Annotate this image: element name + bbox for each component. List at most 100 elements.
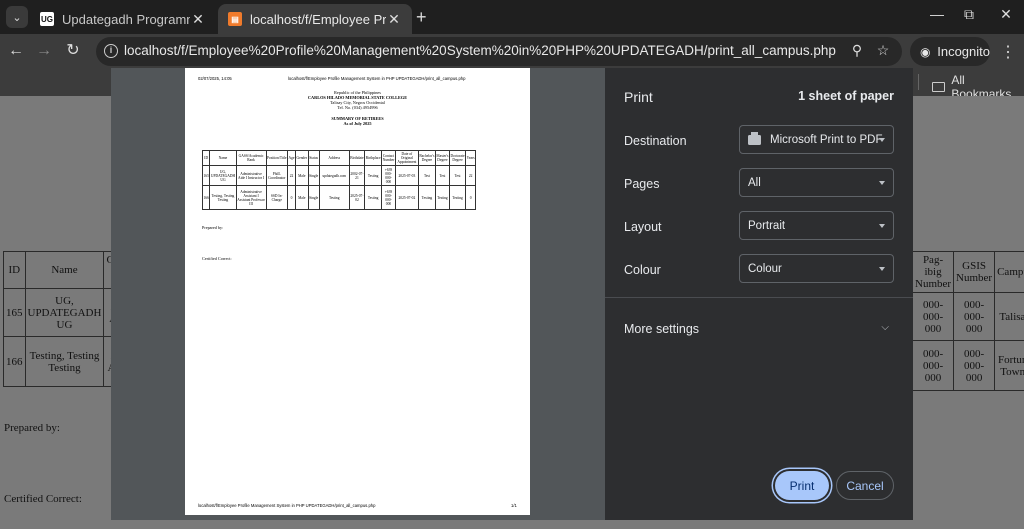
bg-cell-name: UG, UPDATEGADH UG	[24, 288, 105, 337]
paper-retirees-table: ID Name GASS/Academic Rank Position/Titl…	[201, 150, 477, 210]
destination-label: Destination	[624, 134, 687, 148]
table-cell: Test	[434, 165, 450, 186]
table-cell: Test	[417, 165, 436, 186]
print-button[interactable]: Print	[775, 471, 829, 500]
tab-employee-profile[interactable]: ▤ localhost/f/Employee Profile Ma ✕	[218, 4, 412, 34]
layout-select[interactable]: Portrait	[739, 211, 894, 240]
reload-icon[interactable]: ↻	[62, 40, 84, 62]
bg-cell-id: 165	[3, 288, 26, 337]
th-gender: Gender	[295, 150, 309, 166]
updategadh-favicon-icon: UG	[40, 12, 54, 26]
table-cell: 0	[465, 185, 477, 210]
paper-prepared-by: Prepared by:	[202, 225, 224, 230]
minimize-icon[interactable]: —	[925, 6, 949, 28]
table-cell: Single	[307, 165, 320, 186]
table-cell: 166	[201, 185, 211, 210]
paper-header-date: 02/07/2025, 14:05	[198, 76, 232, 81]
table-cell: 22	[465, 165, 477, 186]
th-appointment: Date of Original Appointment	[394, 150, 419, 166]
layout-value: Portrait	[748, 219, 786, 232]
th-birthdate: Birthdate	[348, 150, 366, 166]
table-cell: SSD In-Charge	[265, 185, 289, 210]
close-icon[interactable]: ✕	[386, 11, 402, 28]
th-address: Address	[318, 150, 350, 166]
print-dialog: Print 1 sheet of paper Destination Micro…	[605, 68, 913, 520]
table-row: 165 UG, UPDATEGADH UG Administrative Aid…	[201, 165, 477, 186]
site-info-icon[interactable]: i	[104, 44, 118, 58]
destination-select[interactable]: Microsoft Print to PDF	[739, 125, 894, 154]
table-cell: Single	[307, 185, 320, 210]
tab-search-button[interactable]: ⌄	[6, 6, 28, 28]
more-settings-toggle[interactable]: More settings	[624, 322, 699, 336]
tab-updategadh[interactable]: UG Updategadh Programming - Up ✕	[30, 4, 216, 34]
bg-header-pagibig: Pag-ibig Number	[911, 251, 955, 293]
paper-as-of: As of July 2025	[343, 121, 372, 126]
table-cell: Testing	[364, 185, 383, 210]
bg-cell-id: 166	[3, 336, 26, 387]
bg-cell-pagibig: 000-000-000	[911, 292, 955, 341]
tab-title: localhost/f/Employee Profile Ma	[250, 11, 386, 27]
forward-icon[interactable]: →	[33, 40, 55, 62]
table-cell: Test	[448, 165, 467, 186]
bookmarks-divider	[918, 74, 919, 90]
incognito-indicator[interactable]: ◉ Incognito	[910, 37, 990, 66]
menu-icon[interactable]: ⋮	[1000, 42, 1016, 62]
th-doctorate: Doctorate Degree	[448, 150, 467, 166]
th-age: Age	[287, 150, 296, 166]
table-cell: Male	[295, 185, 309, 210]
colour-select[interactable]: Colour	[739, 254, 894, 283]
browser-toolbar: ← → ↻ i localhost/f/Employee%20Profile%2…	[0, 34, 1024, 68]
table-cell: 2025-07-03	[394, 165, 419, 186]
th-rank: GASS/Academic Rank	[235, 150, 267, 166]
bg-prepared-by: Prepared by:	[4, 422, 60, 434]
cancel-button[interactable]: Cancel	[836, 471, 894, 500]
chevron-down-icon	[879, 267, 885, 271]
th-name: Name	[209, 150, 237, 166]
zoom-icon[interactable]: ⚲	[848, 42, 866, 60]
folder-icon	[932, 82, 946, 92]
table-header-row: ID Name GASS/Academic Rank Position/Titl…	[201, 150, 477, 166]
table-cell: Testing	[318, 185, 350, 210]
table-cell: Testing	[417, 185, 436, 210]
settings-divider	[605, 297, 913, 298]
th-status: Status	[307, 150, 320, 166]
table-cell: Testing, Testing Testing	[209, 185, 237, 210]
url-text[interactable]: localhost/f/Employee%20Profile%20Managem…	[124, 43, 836, 58]
bg-cell-gsis: 000-000-000	[953, 340, 996, 391]
pages-label: Pages	[624, 177, 660, 191]
table-cell: 165	[201, 165, 211, 186]
background-table-right: Pag-ibig Number GSIS Number Campus 000-0…	[911, 251, 1024, 391]
new-tab-icon[interactable]: +	[416, 7, 427, 28]
restore-icon[interactable]: ⧉	[957, 6, 981, 28]
bg-cell-campus: Talisay	[994, 292, 1024, 341]
close-icon[interactable]: ✕	[190, 11, 206, 28]
colour-value: Colour	[748, 262, 782, 275]
print-preview-area: 02/07/2025, 14:05 localhost/f/Employee P…	[111, 68, 605, 520]
back-icon[interactable]: ←	[5, 40, 27, 62]
th-masters: Master's Degree	[434, 150, 450, 166]
bg-cell-pagibig: 000-000-000	[911, 340, 955, 391]
th-position: Position/Title	[265, 150, 289, 166]
preview-page: 02/07/2025, 14:05 localhost/f/Employee P…	[185, 68, 530, 515]
table-cell: updategadh.com	[318, 165, 350, 186]
table-cell: 2025-07-02	[394, 185, 419, 210]
table-cell: UG, UPDATEGADH UG	[209, 165, 237, 186]
pages-value: All	[748, 176, 761, 189]
window-close-icon[interactable]: ✕	[994, 6, 1018, 28]
xampp-favicon-icon: ▤	[228, 12, 242, 26]
table-cell: +639 000-000-000	[381, 165, 396, 186]
table-cell: 0	[287, 185, 296, 210]
bg-header-name: Name	[24, 251, 105, 289]
paper-certified-correct: Certified Correct:	[202, 256, 232, 261]
table-cell: 2002-07-21	[348, 165, 366, 186]
table-cell: Testing	[434, 185, 450, 210]
table-row: 166 Testing, Testing Testing Administrat…	[201, 185, 477, 210]
pages-select[interactable]: All	[739, 168, 894, 197]
address-bar[interactable]: i localhost/f/Employee%20Profile%20Manag…	[96, 37, 902, 66]
destination-value: Microsoft Print to PDF	[770, 133, 883, 146]
bookmark-star-icon[interactable]: ☆	[874, 42, 892, 60]
table-cell: +639 000-000-000	[381, 185, 396, 210]
chevron-down-icon[interactable]: ⌵	[881, 322, 889, 333]
table-cell: Testing	[448, 185, 467, 210]
bg-cell-campus: Fortune Towne	[994, 340, 1024, 391]
